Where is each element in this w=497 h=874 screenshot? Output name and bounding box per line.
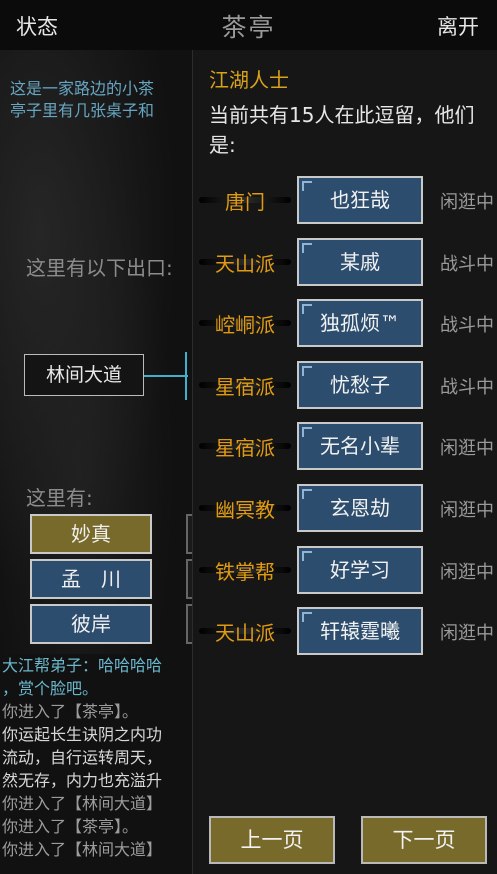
- player-button[interactable]: 也狂哉: [297, 176, 423, 224]
- player-row: 星宿派 忧愁子 战斗中: [193, 361, 497, 409]
- sect-label: 崆峒派: [193, 299, 297, 347]
- log-line: ，赏个脸吧。: [2, 679, 99, 698]
- player-button[interactable]: 玄恩劫: [297, 484, 423, 532]
- here-title: 这里有:: [26, 486, 93, 510]
- npc-button[interactable]: 彼岸: [30, 604, 152, 644]
- room-description: 这是一家路边的小茶 亭子里有几张桌子和: [10, 78, 200, 122]
- log-line: 你运起长生诀阴之内功: [2, 725, 163, 744]
- log-line: 你进入了【林间大道】: [2, 794, 163, 813]
- sect-label: 星宿派: [193, 422, 297, 470]
- scene-area: 这是一家路边的小茶 亭子里有几张桌子和 这里有以下出口: 林间大道 这里有: 妙…: [0, 50, 200, 654]
- sect-name: 天山派: [215, 621, 275, 645]
- player-row: 星宿派 无名小辈 闲逛中: [193, 422, 497, 470]
- player-button[interactable]: 无名小辈: [297, 422, 423, 470]
- player-state: 闲逛中: [440, 562, 494, 583]
- sect-label: 星宿派: [193, 361, 297, 409]
- player-state: 战斗中: [440, 377, 494, 398]
- player-button[interactable]: 好学习: [297, 546, 423, 594]
- panel-title: 江湖人士: [209, 68, 289, 92]
- player-state: 闲逛中: [440, 192, 494, 213]
- log-line: 大江帮弟子：哈哈哈哈: [2, 656, 163, 675]
- log-line: 你进入了【茶亭】。: [2, 817, 139, 836]
- sect-name: 崆峒派: [215, 313, 275, 337]
- player-state: 闲逛中: [440, 623, 494, 644]
- player-button[interactable]: 轩辕霆曦: [297, 607, 423, 655]
- next-page-button[interactable]: 下一页: [361, 816, 487, 864]
- npc-button[interactable]: 妙真: [30, 514, 152, 554]
- log-line: 你进入了【林间大道】: [2, 840, 163, 859]
- room-description-line: 这是一家路边的小茶: [10, 79, 155, 98]
- sect-name: 幽冥教: [215, 498, 275, 522]
- page-title: 茶亭: [221, 13, 276, 42]
- player-button[interactable]: 独孤烦™: [297, 299, 423, 347]
- log-line: 你进入了【茶亭】。: [2, 702, 139, 721]
- npc-button[interactable]: 孟 川: [30, 559, 152, 599]
- top-bar: 状态 茶亭 离开: [0, 0, 497, 51]
- log-line: 然无存，内力也充溢升: [2, 771, 163, 790]
- sect-name: 天山派: [215, 252, 275, 276]
- player-row: 天山派 某戚 战斗中: [193, 238, 497, 286]
- player-row: 幽冥教 玄恩劫 闲逛中: [193, 484, 497, 532]
- panel-info: 当前共有15人在此逗留，他们是:: [209, 103, 475, 157]
- player-state: 闲逛中: [440, 438, 494, 459]
- player-state: 闲逛中: [440, 500, 494, 521]
- player-button[interactable]: 忧愁子: [297, 361, 423, 409]
- sect-label: 幽冥教: [193, 484, 297, 532]
- sect-label: 天山派: [193, 238, 297, 286]
- player-row: 唐门 也狂哉 闲逛中: [193, 176, 497, 224]
- sect-name: 星宿派: [215, 436, 275, 460]
- player-row: 铁掌帮 好学习 闲逛中: [193, 546, 497, 594]
- exits-title: 这里有以下出口:: [26, 256, 173, 280]
- exit-connector: [185, 352, 187, 400]
- sect-name: 铁掌帮: [215, 560, 275, 584]
- log-line: 流动，自行运转周天，: [2, 748, 163, 767]
- sect-label: 唐门: [193, 176, 297, 224]
- players-panel: 江湖人士 当前共有15人在此逗留，他们是: 唐门 也狂哉 闲逛中 天山派 某戚 …: [192, 50, 497, 874]
- leave-button[interactable]: 离开: [437, 11, 479, 41]
- sect-name: 星宿派: [215, 375, 275, 399]
- player-row: 崆峒派 独孤烦™ 战斗中: [193, 299, 497, 347]
- exit-connector: [144, 375, 188, 377]
- player-row: 天山派 轩辕霆曦 闲逛中: [193, 607, 497, 655]
- player-state: 战斗中: [440, 254, 494, 275]
- prev-page-button[interactable]: 上一页: [209, 816, 335, 864]
- player-button[interactable]: 某戚: [297, 238, 423, 286]
- exit-button[interactable]: 林间大道: [24, 354, 144, 396]
- sect-label: 铁掌帮: [193, 546, 297, 594]
- sect-name: 唐门: [225, 190, 265, 214]
- sect-label: 天山派: [193, 607, 297, 655]
- room-description-line: 亭子里有几张桌子和: [10, 101, 155, 120]
- player-state: 战斗中: [440, 315, 494, 336]
- message-log[interactable]: 大江帮弟子：哈哈哈哈 ，赏个脸吧。 你进入了【茶亭】。 你运起长生诀阴之内功 流…: [0, 654, 192, 874]
